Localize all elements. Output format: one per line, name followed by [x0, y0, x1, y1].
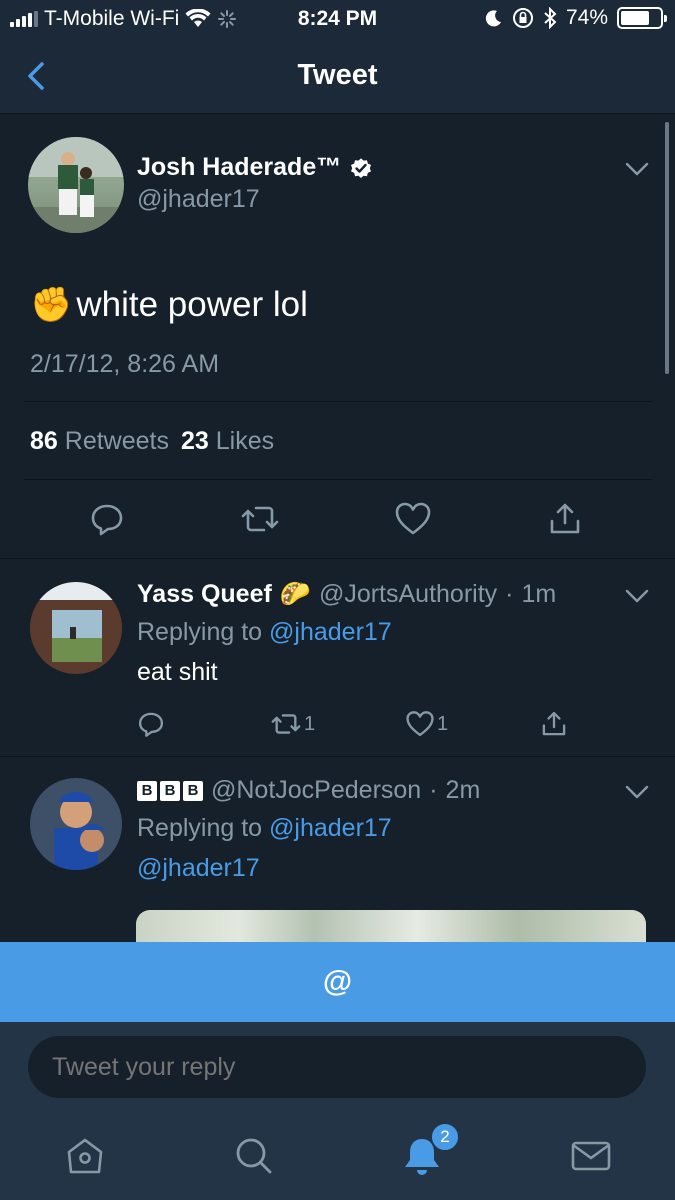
reply-text[interactable]: @jhader17	[137, 854, 260, 883]
reply-icon	[138, 712, 164, 737]
reply-time: 1m	[521, 580, 557, 608]
like-count: 1	[437, 712, 449, 735]
retweets-label: Retweets	[64, 427, 169, 455]
main-tweet: Josh Haderade™ @jhader17 ✊ white power l…	[0, 115, 675, 559]
tweet-body: white power lol	[76, 285, 308, 324]
messages-icon[interactable]	[569, 1134, 613, 1178]
reply-author-handle[interactable]: @JortsAuthority	[319, 580, 497, 609]
battery-percent: 74%	[565, 6, 608, 29]
rotation-lock-icon	[512, 8, 533, 28]
reply-author-name[interactable]: Yass Queef	[137, 580, 272, 609]
tweet-actions	[0, 501, 675, 541]
author-name-text: Josh Haderade™	[137, 153, 342, 181]
avatar[interactable]	[30, 778, 122, 870]
like-heart-icon[interactable]	[394, 501, 432, 537]
page-title: Tweet	[297, 59, 378, 91]
reply-text: eat shit	[137, 658, 218, 686]
share-icon	[542, 711, 566, 736]
reply-time: 2m	[445, 776, 481, 804]
name-letter-block: B	[183, 780, 203, 801]
avatar[interactable]	[28, 137, 124, 233]
bluetooth-icon	[544, 7, 557, 29]
reply-action[interactable]	[137, 710, 165, 738]
avatar[interactable]	[30, 582, 122, 674]
retweets-count[interactable]: 86 Retweets	[30, 427, 169, 456]
tweet-text: ✊ white power lol	[30, 285, 308, 325]
chevron-down-icon[interactable]	[624, 161, 650, 177]
like-action[interactable]: 1	[405, 710, 448, 738]
battery-icon	[617, 7, 667, 29]
replying-to-mention[interactable]: @jhader17	[269, 814, 392, 842]
verified-badge-icon	[351, 157, 372, 178]
avatar-photo	[30, 582, 122, 674]
replying-to-mention[interactable]: @jhader17	[269, 618, 392, 646]
notifications-badge: 2	[430, 1122, 460, 1152]
tab-bar	[0, 1114, 675, 1200]
share-action[interactable]	[540, 710, 568, 738]
status-right: 74%	[485, 6, 667, 30]
reply-header: Yass Queef 🌮 @JortsAuthority · 1m	[137, 580, 556, 609]
avatar-photo	[28, 137, 124, 233]
tweet-timestamp: 2/17/12, 8:26 AM	[30, 350, 220, 378]
like-heart-icon	[406, 711, 434, 737]
author-name[interactable]: Josh Haderade™	[137, 153, 373, 182]
likes-label: Likes	[215, 427, 275, 455]
at-sign-icon: @	[322, 965, 353, 998]
chevron-down-icon[interactable]	[624, 588, 650, 604]
likes-count[interactable]: 23 Likes	[181, 427, 274, 456]
retweets-number: 86	[30, 427, 58, 455]
raised-fist-emoji: ✊	[30, 286, 73, 324]
search-icon[interactable]	[232, 1134, 276, 1178]
likes-number: 23	[180, 427, 209, 455]
retweet-icon	[271, 714, 301, 734]
chevron-down-icon[interactable]	[624, 784, 650, 800]
reply-header: B B B @NotJocPederson · 2m	[137, 776, 480, 805]
separator-dot: ·	[429, 776, 438, 804]
divider	[24, 479, 652, 480]
reply-composer	[0, 1022, 675, 1114]
mention-bar[interactable]: @	[0, 942, 675, 1022]
replying-to: Replying to @jhader17	[137, 814, 392, 843]
replying-to: Replying to @jhader17	[137, 618, 392, 647]
separator-dot: ·	[505, 580, 514, 608]
home-icon[interactable]	[63, 1134, 107, 1178]
retweet-count: 1	[304, 712, 316, 735]
share-icon[interactable]	[547, 501, 583, 537]
engagement-counts: 86 Retweets 23 Likes	[30, 427, 274, 456]
reply-author-handle[interactable]: @NotJocPederson	[211, 776, 421, 805]
reply-input[interactable]	[28, 1036, 646, 1098]
avatar-photo	[30, 778, 122, 870]
author-handle[interactable]: @jhader17	[137, 185, 260, 214]
name-letter-block: B	[160, 780, 180, 801]
nav-bar: Tweet	[0, 38, 675, 114]
moon-icon	[485, 10, 501, 27]
reply-author-name[interactable]: B B B	[137, 780, 203, 801]
replying-to-label: Replying to	[137, 814, 263, 842]
replying-to-label: Replying to	[137, 618, 263, 646]
retweet-action[interactable]: 1	[270, 710, 315, 738]
status-bar: T-Mobile Wi-Fi 8:24 PM 74%	[0, 0, 675, 38]
name-letter-block: B	[137, 780, 157, 801]
retweet-icon[interactable]	[240, 501, 280, 537]
reply-tweet[interactable]: Yass Queef 🌮 @JortsAuthority · 1m Replyi…	[0, 560, 675, 757]
taco-emoji: 🌮	[279, 580, 311, 608]
divider	[24, 401, 652, 402]
reply-icon[interactable]	[89, 501, 125, 537]
